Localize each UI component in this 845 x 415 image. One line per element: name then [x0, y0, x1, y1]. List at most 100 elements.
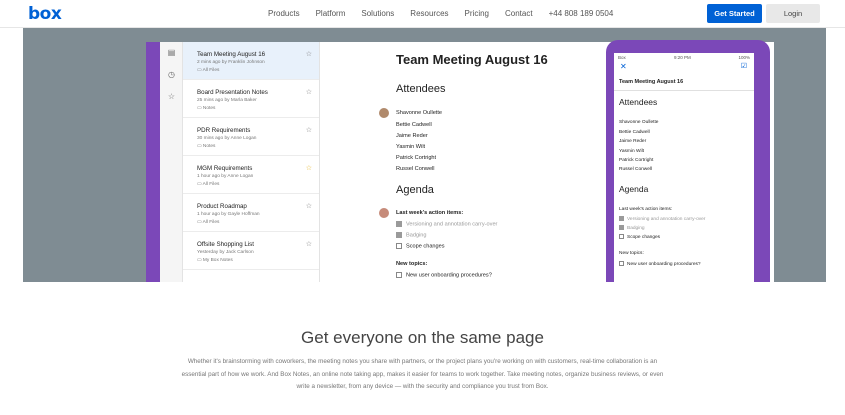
attendees-heading: Attendees [619, 97, 658, 107]
phone-screen: Box 9:20 PM 100% ✕ ☑ Team Meeting August… [614, 53, 754, 282]
attendee: Russel Conwell [619, 167, 653, 172]
note-folder: All Files [202, 68, 220, 73]
checkbox-checked[interactable] [619, 216, 624, 221]
checkbox[interactable] [619, 261, 624, 266]
note-title: Product Roadmap [197, 203, 247, 210]
checklist-item[interactable]: Versioning and annotation carry-over [619, 216, 705, 222]
new-topics-label: New topics: [396, 261, 428, 267]
checkbox-checked[interactable] [396, 221, 402, 227]
avatar [379, 208, 389, 218]
checkbox[interactable] [396, 272, 402, 278]
clock-icon[interactable]: ◷ [167, 70, 176, 79]
checklist-icon[interactable]: ☑ [741, 62, 747, 70]
box-logo[interactable]: box [28, 4, 62, 24]
phone-status-bar: Box 9:20 PM 100% [614, 53, 754, 62]
note-folder: My Box Notes [202, 258, 233, 263]
attendee: Russel Conwell [396, 166, 435, 172]
checkbox-checked[interactable] [396, 232, 402, 238]
note-item[interactable]: Team Meeting August 16 2 mins ago by Fra… [183, 42, 319, 80]
checklist-item[interactable]: Versioning and annotation carry-over [396, 221, 497, 227]
checklist-item[interactable]: Scope changes [396, 243, 445, 249]
star-icon[interactable]: ☆ [306, 50, 312, 58]
attendee: Yasmin Wilt [396, 144, 426, 150]
attendees-heading: Attendees [396, 83, 446, 95]
nav-products[interactable]: Products [268, 9, 300, 18]
note-meta: 30 mins ago by Anne Logan [197, 136, 257, 141]
phone-toolbar: ✕ ☑ [614, 62, 754, 75]
note-title: Board Presentation Notes [197, 89, 268, 96]
note-meta: 1 hour ago by Gayle Hoffman [197, 212, 260, 217]
note-item[interactable]: MGM Requirements 1 hour ago by Anne Loga… [183, 156, 319, 194]
action-items-label: Last week's action items: [396, 210, 464, 216]
note-folder: Notes [202, 144, 216, 149]
star-icon[interactable]: ☆ [306, 88, 312, 96]
note-title: Team Meeting August 16 [197, 51, 266, 58]
note-folder: Notes [202, 106, 216, 111]
checklist-item[interactable]: Badging [619, 225, 645, 231]
divider [614, 90, 754, 91]
left-rail: ▤ ◷ ☆ [160, 42, 183, 282]
nav-solutions[interactable]: Solutions [361, 9, 394, 18]
nav-contact[interactable]: Contact [505, 9, 533, 18]
notes-list: Team Meeting August 16 2 mins ago by Fra… [183, 42, 320, 282]
section-headline: Get everyone on the same page [301, 328, 544, 347]
nav-platform[interactable]: Platform [316, 9, 346, 18]
note-item[interactable]: Product Roadmap 1 hour ago by Gayle Hoff… [183, 194, 319, 232]
agenda-heading: Agenda [619, 184, 649, 194]
agenda-heading: Agenda [396, 184, 434, 196]
checklist-text: Versioning and annotation carry-over [627, 216, 706, 222]
checklist-item[interactable]: Badging [396, 232, 427, 238]
nav-pricing[interactable]: Pricing [465, 9, 489, 18]
battery: 100% [738, 55, 750, 60]
note-meta: 2 mins ago by Franklin Johnson [197, 60, 265, 65]
note-folder: All Files [202, 182, 220, 187]
checklist-text: Badging [627, 225, 645, 231]
attendee: Jaime Reder [619, 139, 647, 144]
checklist-text: New user onboarding procedures? [627, 261, 701, 267]
login-button[interactable]: Login [766, 4, 820, 23]
star-icon[interactable]: ☆ [306, 240, 312, 248]
checklist-item[interactable]: New user onboarding procedures? [619, 261, 701, 267]
note-meta: 25 mins ago by Marla Baker [197, 98, 257, 103]
phone-mockup: Box 9:20 PM 100% ✕ ☑ Team Meeting August… [606, 40, 770, 282]
star-icon[interactable]: ☆ [306, 164, 312, 172]
note-folder: All Files [202, 220, 220, 225]
note-item[interactable]: Offsite Shopping List Yesterday by Jack … [183, 232, 319, 270]
get-started-button[interactable]: Get Started [707, 4, 762, 23]
star-icon[interactable]: ☆ [306, 202, 312, 210]
star-icon[interactable]: ☆ [306, 126, 312, 134]
notes-icon[interactable]: ▤ [167, 48, 176, 57]
checkbox[interactable] [619, 234, 624, 239]
attendee: Patrick Cortright [396, 155, 437, 161]
attendee: Bettie Cadwell [396, 122, 432, 128]
checklist-item[interactable]: New user onboarding procedures? [396, 272, 492, 278]
note-document[interactable]: Team Meeting August 16 Attendees Shavonn… [320, 42, 620, 282]
note-title: MGM Requirements [197, 165, 253, 172]
section-paragraph: Whether it's brainstorming with coworker… [181, 358, 664, 390]
attendee: Patrick Cortright [619, 158, 654, 163]
action-items-label: Last week's action items: [619, 207, 673, 212]
note-item[interactable]: PDR Requirements 30 mins ago by Anne Log… [183, 118, 319, 156]
note-title: Offsite Shopping List [197, 241, 254, 248]
hero-banner: ▤ ◷ ☆ Team Meeting August 16 2 mins ago … [23, 28, 826, 282]
attendee: Shavonne Oullette [619, 120, 659, 125]
phone-note-title: Team Meeting August 16 [619, 79, 684, 85]
note-meta: Yesterday by Jack Carlson [197, 250, 254, 255]
attendee: Bettie Cadwell [619, 130, 650, 135]
nav-phone[interactable]: +44 808 189 0504 [549, 9, 614, 18]
attendee: Shavonne Oullette [396, 110, 443, 116]
carrier: Box [618, 55, 626, 60]
note-meta: 1 hour ago by Anne Logan [197, 174, 254, 179]
checklist-item[interactable]: Scope changes [619, 234, 660, 240]
note-item[interactable]: Board Presentation Notes 25 mins ago by … [183, 80, 319, 118]
checklist-text: Versioning and annotation carry-over [406, 221, 498, 228]
nav-resources[interactable]: Resources [410, 9, 448, 18]
star-icon[interactable]: ☆ [167, 92, 176, 101]
doc-title: Team Meeting August 16 [396, 52, 548, 67]
checkbox-checked[interactable] [619, 225, 624, 230]
checkbox[interactable] [396, 243, 402, 249]
attendee: Jaime Reder [396, 133, 428, 139]
site-header: box Products Platform Solutions Resource… [0, 0, 845, 28]
close-icon[interactable]: ✕ [620, 62, 627, 71]
checklist-text: Scope changes [627, 234, 661, 240]
